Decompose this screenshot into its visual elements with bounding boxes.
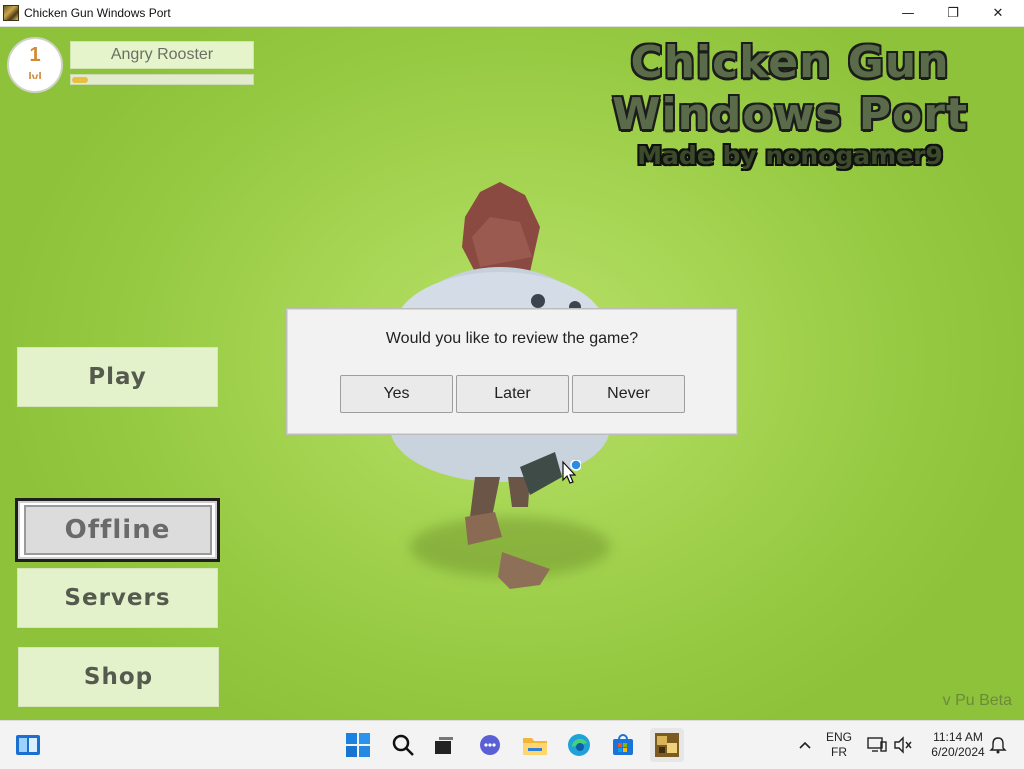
chat-icon[interactable]: [477, 732, 503, 758]
show-hidden-icons-icon[interactable]: [792, 732, 818, 758]
edge-icon[interactable]: [566, 732, 592, 758]
yes-button[interactable]: Yes: [340, 375, 453, 413]
store-icon[interactable]: [610, 732, 636, 758]
close-button[interactable]: ✕: [975, 0, 1021, 26]
review-dialog: Would you like to review the game? Yes L…: [286, 308, 738, 435]
mouse-cursor-icon: [562, 460, 581, 484]
player-name[interactable]: Angry Rooster: [70, 41, 254, 69]
logo-credit: Made by nonogamer9: [637, 141, 943, 170]
logo-line-2: Windows Port: [611, 89, 969, 140]
file-explorer-icon[interactable]: [522, 732, 548, 758]
notification-icon[interactable]: [985, 732, 1011, 758]
later-button[interactable]: Later: [456, 375, 569, 413]
title-bar: Chicken Gun Windows Port — ❐ ✕: [0, 0, 1024, 27]
xp-progress-bar: [70, 74, 254, 85]
game-logo: Chicken Gun Windows Port Made by nonogam…: [560, 37, 1020, 173]
game-viewport[interactable]: 1 lvl Angry Rooster Chicken Gun Windows …: [0, 27, 1024, 720]
minimize-button[interactable]: —: [885, 0, 931, 26]
language-primary: ENG: [825, 730, 852, 744]
level-number: 1: [29, 44, 41, 66]
never-button[interactable]: Never: [572, 375, 685, 413]
offline-button[interactable]: Offline: [15, 498, 220, 562]
offline-button-frame: Offline: [18, 501, 217, 559]
start-icon[interactable]: [345, 732, 371, 758]
volume-muted-icon[interactable]: [890, 732, 916, 758]
network-icon[interactable]: [864, 732, 890, 758]
language-secondary: FR: [831, 745, 847, 759]
app-icon: [3, 5, 19, 21]
logo-line-1: Chicken Gun: [630, 37, 950, 88]
dialog-message: Would you like to review the game?: [385, 330, 639, 347]
level-badge: 1 lvl: [7, 37, 63, 93]
level-unit: lvl: [28, 71, 42, 79]
version-label: v Pu Beta: [942, 692, 1012, 709]
maximize-button[interactable]: ❐: [930, 0, 976, 26]
servers-button[interactable]: Servers: [17, 568, 218, 628]
xp-progress-fill: [72, 77, 89, 83]
search-icon[interactable]: [390, 732, 416, 758]
widgets-icon[interactable]: [15, 732, 41, 758]
taskbar: ENG FR 11:14 AM 6/20/2024: [0, 720, 1024, 769]
shop-button[interactable]: Shop: [18, 647, 219, 707]
offline-button-label: Offline: [23, 505, 212, 555]
play-button[interactable]: Play: [17, 347, 218, 407]
window-title: Chicken Gun Windows Port: [24, 6, 171, 20]
task-view-icon[interactable]: [431, 732, 457, 758]
chicken-gun-icon[interactable]: [650, 728, 684, 762]
input-language[interactable]: ENG FR: [824, 730, 854, 760]
